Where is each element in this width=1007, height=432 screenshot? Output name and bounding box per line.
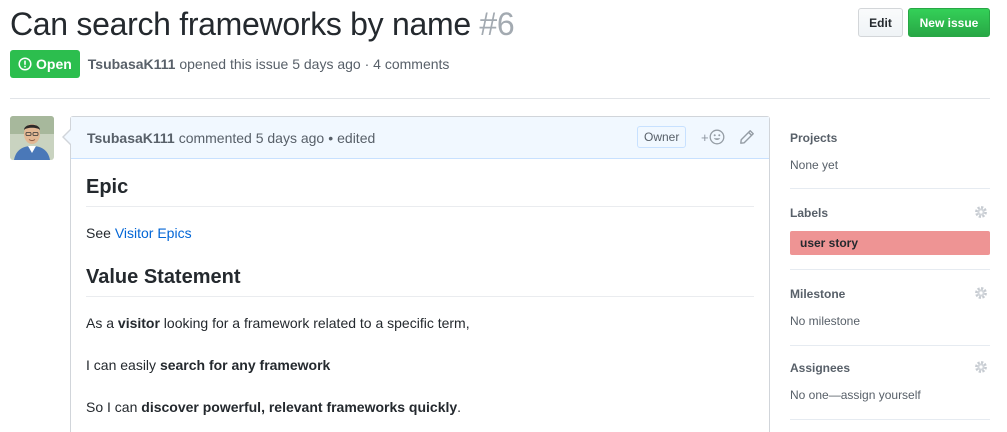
value-paragraph-3: So I can discover powerful, relevant fra…: [86, 397, 754, 418]
assignees-heading[interactable]: Assignees: [790, 360, 990, 376]
issue-sidebar: Projects None yet Labels user story Mile…: [790, 116, 990, 420]
new-issue-button[interactable]: New issue: [908, 8, 990, 37]
comment-edited[interactable]: edited: [337, 130, 375, 146]
visitor-epics-link[interactable]: Visitor Epics: [115, 225, 192, 241]
projects-value: None yet: [790, 158, 839, 172]
heading-value-statement: Value Statement: [86, 265, 754, 297]
issue-title: Can search frameworks by name #6: [10, 4, 990, 44]
issue-opened-icon: [18, 57, 32, 71]
labels-heading[interactable]: Labels: [790, 205, 990, 221]
value-paragraph-2: I can easily search for any framework: [86, 355, 754, 376]
comment-body: Epic See Visitor Epics Value Statement A…: [71, 159, 769, 418]
issue-meta-text: TsubasaK111 opened this issue 5 days ago…: [88, 56, 450, 72]
p2-bold: search for any framework: [159, 357, 331, 373]
reaction-plus: +: [701, 129, 709, 145]
comment-separator: •: [328, 129, 334, 146]
milestone-value: No milestone: [790, 314, 861, 328]
smiley-icon: [709, 129, 725, 145]
comment-header: TsubasaK111 commented 5 days ago • edite…: [62, 117, 769, 159]
p3-post: .: [457, 399, 462, 415]
p3-bold: discover powerful, relevant frameworks q…: [141, 399, 458, 415]
projects-heading: Projects: [790, 131, 838, 145]
label-user-story[interactable]: user story: [790, 231, 990, 255]
p1-bold: visitor: [117, 315, 160, 331]
owner-label: Owner: [637, 126, 687, 148]
edit-button[interactable]: Edit: [858, 8, 903, 37]
sidebar-assignees: Assignees No one—assign yourself: [790, 346, 990, 420]
issue-meta-details: opened this issue 5 days ago · 4 comment…: [179, 56, 450, 72]
p1-pre: As a: [86, 315, 118, 331]
see-prefix: See: [86, 225, 115, 241]
comment-action[interactable]: commented 5 days ago: [179, 130, 325, 146]
p2-pre: I can easily: [86, 357, 160, 373]
sidebar-projects: Projects None yet: [790, 116, 990, 189]
assignees-value[interactable]: No one—assign yourself: [790, 387, 990, 403]
issue-number: #6: [479, 6, 515, 42]
gear-icon[interactable]: [974, 205, 988, 219]
heading-epic: Epic: [86, 175, 754, 207]
issue-meta: Open TsubasaK111 opened this issue 5 day…: [10, 50, 449, 78]
edit-comment-button[interactable]: [739, 129, 755, 148]
issue-author-link[interactable]: TsubasaK111: [88, 56, 176, 72]
gear-icon[interactable]: [974, 360, 988, 374]
header-divider: [10, 98, 990, 99]
milestone-heading[interactable]: Milestone: [790, 286, 990, 302]
comment-box: TsubasaK111 commented 5 days ago • edite…: [62, 116, 770, 432]
sidebar-milestone: Milestone No milestone: [790, 270, 990, 346]
gear-icon[interactable]: [974, 286, 988, 300]
avatar-image: [10, 116, 54, 160]
issue-title-text: Can search frameworks by name: [10, 6, 471, 42]
status-badge: Open: [10, 50, 80, 78]
see-paragraph: See Visitor Epics: [86, 223, 754, 244]
add-reaction-button[interactable]: +: [701, 129, 725, 145]
pencil-icon: [740, 130, 754, 144]
p3-pre: So I can: [86, 399, 142, 415]
status-badge-label: Open: [36, 56, 72, 72]
avatar[interactable]: [10, 116, 54, 160]
p1-post: looking for a framework related to a spe…: [159, 315, 470, 331]
sidebar-labels: Labels user story: [790, 189, 990, 270]
comment-author-link[interactable]: TsubasaK111: [87, 130, 175, 146]
comment-caret-fill: [64, 130, 71, 144]
issue-title-row: Can search frameworks by name #6: [10, 4, 990, 44]
value-paragraph-1: As a visitor looking for a framework rel…: [86, 313, 754, 334]
